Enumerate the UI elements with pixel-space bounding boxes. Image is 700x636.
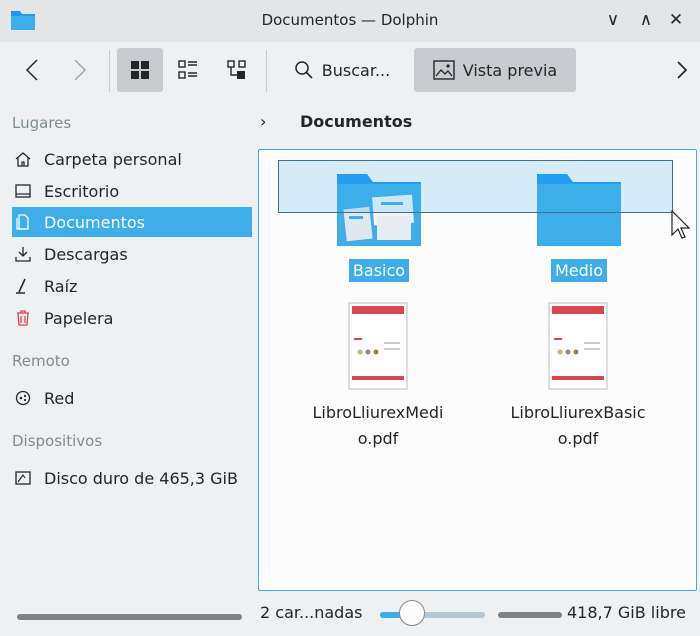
search-icon: [295, 61, 313, 79]
close-button[interactable]: ✕: [664, 8, 688, 32]
file-view[interactable]: [258, 149, 697, 591]
chevron-right-icon: [74, 59, 87, 81]
file-name[interactable]: LibroLliurexMedi o.pdf: [298, 400, 458, 452]
search-label: Buscar...: [321, 60, 391, 80]
places-heading: Lugares: [12, 114, 72, 132]
sidebar-item-label: Documentos: [44, 212, 146, 232]
search-button[interactable]: Buscar...: [282, 48, 402, 92]
maximize-button[interactable]: ∧: [634, 8, 658, 32]
sidebar-item-root[interactable]: Raíz: [12, 271, 252, 301]
sidebar-item-home[interactable]: Carpeta personal: [12, 144, 252, 174]
sidebar-item-label: Papelera: [44, 308, 114, 328]
compact-view-button[interactable]: [170, 48, 206, 92]
image-preview-icon: [433, 60, 455, 80]
sidebar-item-documents[interactable]: Documentos: [12, 207, 252, 237]
selection-rectangle: [278, 160, 673, 213]
sidebar-item-downloads[interactable]: Descargas: [12, 239, 252, 269]
free-space-label: 418,7 GiB libre: [567, 603, 686, 622]
sidebar-item-label: Carpeta personal: [44, 149, 182, 169]
compact-view-icon: [178, 60, 197, 79]
network-icon: [15, 390, 31, 406]
sidebar-item-label: Escritorio: [44, 181, 120, 201]
devices-heading: Dispositivos: [12, 432, 103, 450]
documents-icon: [16, 214, 29, 230]
sidebar-scrollbar[interactable]: [17, 614, 242, 620]
mouse-cursor-icon: [671, 210, 690, 239]
details-view-button[interactable]: [219, 48, 255, 92]
root-icon: [16, 278, 26, 294]
free-space-bar: [498, 612, 562, 618]
sidebar-item-network[interactable]: Red: [12, 383, 252, 413]
forward-button[interactable]: [62, 48, 98, 92]
chevron-right-icon: [677, 61, 688, 79]
icons-view-button[interactable]: [117, 48, 163, 92]
back-button[interactable]: [14, 48, 50, 92]
preview-label: Vista previa: [462, 60, 558, 80]
file-name[interactable]: Basico: [329, 258, 429, 284]
more-toolbar-button[interactable]: [668, 48, 696, 92]
sidebar-item-harddisk[interactable]: Disco duro de 465,3 GiB: [12, 463, 252, 493]
selection-status: 2 car...nadas: [260, 603, 363, 622]
file-name[interactable]: Medio: [529, 258, 629, 284]
remote-heading: Remoto: [12, 352, 70, 370]
breadcrumb-arrow-icon[interactable]: ›: [260, 112, 266, 131]
zoom-slider-handle[interactable]: [399, 600, 425, 626]
sidebar-item-label: Descargas: [44, 244, 128, 264]
sidebar-item-label: Raíz: [44, 276, 78, 296]
chevron-left-icon: [25, 59, 38, 81]
preview-button[interactable]: Vista previa: [414, 48, 576, 92]
grid-view-icon: [131, 61, 149, 79]
sidebar-item-label: Disco duro de 465,3 GiB: [44, 468, 238, 488]
pdf-thumbnail-icon[interactable]: [548, 302, 608, 390]
tree-view-icon: [227, 60, 246, 79]
pdf-thumbnail-icon[interactable]: [348, 302, 408, 390]
desktop-icon: [15, 184, 31, 198]
breadcrumb-current[interactable]: Documentos: [300, 112, 412, 131]
file-name[interactable]: LibroLliurexBasic o.pdf: [498, 400, 658, 452]
home-icon: [15, 152, 31, 167]
toolbar-separator: [266, 50, 267, 92]
download-icon: [15, 247, 31, 262]
minimize-button[interactable]: ∨: [601, 8, 625, 32]
trash-icon: [17, 310, 29, 326]
toolbar-separator: [109, 50, 110, 92]
sidebar-item-trash[interactable]: Papelera: [12, 303, 252, 333]
window-title: Documentos — Dolphin: [261, 11, 439, 29]
sidebar-item-label: Red: [44, 388, 75, 408]
sidebar-item-desktop[interactable]: Escritorio: [12, 176, 252, 206]
harddisk-icon: [15, 471, 31, 485]
